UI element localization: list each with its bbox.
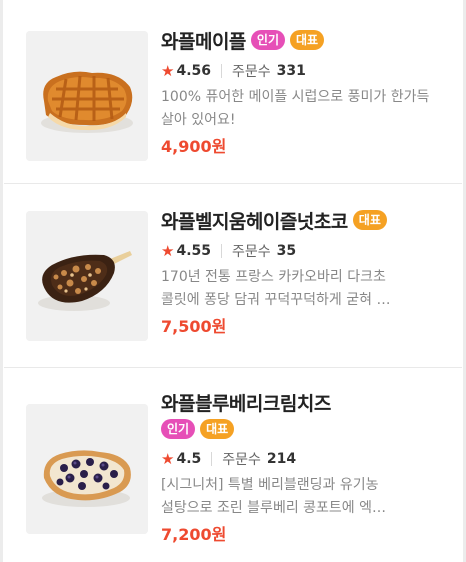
menu-item[interactable]: 와플메이플 인기 대표 ★ 4.56 주문수 331 100% 퓨어한 메이플 …: [4, 0, 462, 184]
orders-count: 35: [276, 243, 297, 259]
title-row: 와플메이플 인기 대표: [161, 26, 451, 54]
badge-row: 인기 대표: [156, 416, 451, 442]
orders-label: 주문수: [222, 452, 261, 468]
menu-item-description: 170년 전통 프랑스 카카오바리 다크초 콜릿에 퐁당 담궈 꾸덕꾸덕하게 굳…: [161, 266, 451, 312]
menu-item-description: [시그니처] 특별 베리블랜딩과 유기농 설탕으로 조린 블루베리 콩포트에 엑…: [161, 474, 451, 520]
menu-item-description: 100% 퓨어한 메이플 시럽으로 풍미가 한가득 살아 있어요!: [161, 89, 430, 128]
meta-row: ★ 4.55 주문수 35: [161, 238, 451, 264]
meta-divider: [221, 64, 222, 78]
maple-waffle-image-icon: [26, 31, 148, 161]
representative-badge: 대표: [200, 419, 235, 439]
menu-item-image[interactable]: [26, 211, 148, 341]
menu-item-info: 와플메이플 인기 대표 ★ 4.56 주문수 331 100% 퓨어한 메이플 …: [161, 26, 451, 159]
left-edge-divider: [0, 0, 3, 562]
rating-value: 4.5: [176, 451, 202, 467]
description-line-2: 콜릿에 퐁당 담궈 꾸덕꾸덕하게 굳혀 …: [161, 292, 391, 308]
meta-row: ★ 4.56 주문수 331: [161, 58, 451, 84]
menu-item[interactable]: 와플벨지움헤이즐넛초코 대표 ★ 4.55 주문수 35 170년 전통 프랑스…: [4, 184, 462, 368]
orders-label: 주문수: [232, 244, 271, 260]
menu-item[interactable]: 와플블루베리크림치즈 인기 대표 ★ 4.5 주문수 214 [시그니처] 특별…: [4, 368, 462, 562]
description-line-2: 설탕으로 조린 블루베리 콩포트에 엑…: [161, 500, 386, 516]
description-line-1: 170년 전통 프랑스 카카오바리 다크초: [161, 269, 386, 285]
representative-badge: 대표: [290, 30, 325, 50]
chocolate-waffle-stick-image-icon: [26, 211, 148, 341]
rating-value: 4.56: [176, 63, 211, 79]
representative-badge: 대표: [352, 210, 387, 230]
menu-item-title[interactable]: 와플메이플: [161, 27, 246, 54]
menu-list-page: 와플메이플 인기 대표 ★ 4.56 주문수 331 100% 퓨어한 메이플 …: [0, 0, 466, 562]
menu-item-title[interactable]: 와플벨지움헤이즐넛초코: [161, 207, 348, 234]
orders-label: 주문수: [232, 64, 271, 80]
popular-badge: 인기: [161, 419, 196, 439]
menu-item-price: 7,200원: [161, 525, 227, 544]
menu-item-title[interactable]: 와플블루베리크림치즈: [161, 389, 331, 416]
menu-item-image[interactable]: [26, 404, 148, 534]
rating-value: 4.55: [176, 243, 211, 259]
title-row: 와플블루베리크림치즈: [161, 388, 451, 416]
star-icon: ★: [161, 62, 175, 80]
description-line-1: [시그니처] 특별 베리블랜딩과 유기농: [161, 477, 379, 493]
menu-item-price: 7,500원: [161, 317, 227, 336]
meta-row: ★ 4.5 주문수 214: [161, 446, 451, 472]
title-row: 와플벨지움헤이즐넛초코 대표: [161, 206, 451, 234]
orders-count: 214: [266, 451, 297, 467]
orders-count: 331: [276, 63, 306, 79]
menu-item-info: 와플블루베리크림치즈 인기 대표 ★ 4.5 주문수 214 [시그니처] 특별…: [161, 388, 451, 547]
meta-divider: [211, 452, 213, 466]
meta-divider: [221, 244, 222, 258]
popular-badge: 인기: [250, 30, 285, 50]
star-icon: ★: [161, 242, 175, 260]
menu-item-price: 4,900원: [161, 137, 227, 156]
star-icon: ★: [161, 450, 175, 468]
menu-item-info: 와플벨지움헤이즐넛초코 대표 ★ 4.55 주문수 35 170년 전통 프랑스…: [161, 206, 451, 339]
menu-item-image[interactable]: [26, 31, 148, 161]
blueberry-waffle-image-icon: [26, 404, 148, 534]
